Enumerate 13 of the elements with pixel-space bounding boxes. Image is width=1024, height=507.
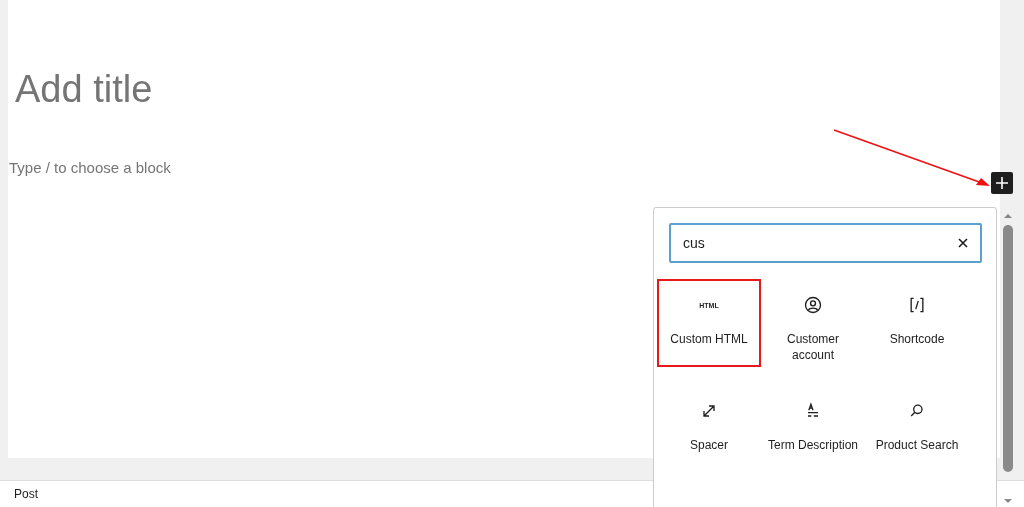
title-field[interactable]: Add title xyxy=(15,68,1000,111)
block-placeholder[interactable]: Type / to choose a block xyxy=(9,159,1000,176)
block-item[interactable]: Term Description xyxy=(761,385,865,473)
person-icon xyxy=(803,295,823,315)
add-block-button[interactable] xyxy=(991,172,1013,194)
search-field[interactable]: cus xyxy=(669,223,982,263)
plus-icon xyxy=(996,177,1008,189)
block-item[interactable]: Customer account xyxy=(761,279,865,367)
block-item[interactable]: Shortcode xyxy=(865,279,969,367)
block-item[interactable]: Product Search xyxy=(865,385,969,473)
breadcrumb[interactable]: Post xyxy=(14,487,38,501)
close-icon[interactable] xyxy=(958,238,968,248)
block-item[interactable]: Spacer xyxy=(657,385,761,473)
